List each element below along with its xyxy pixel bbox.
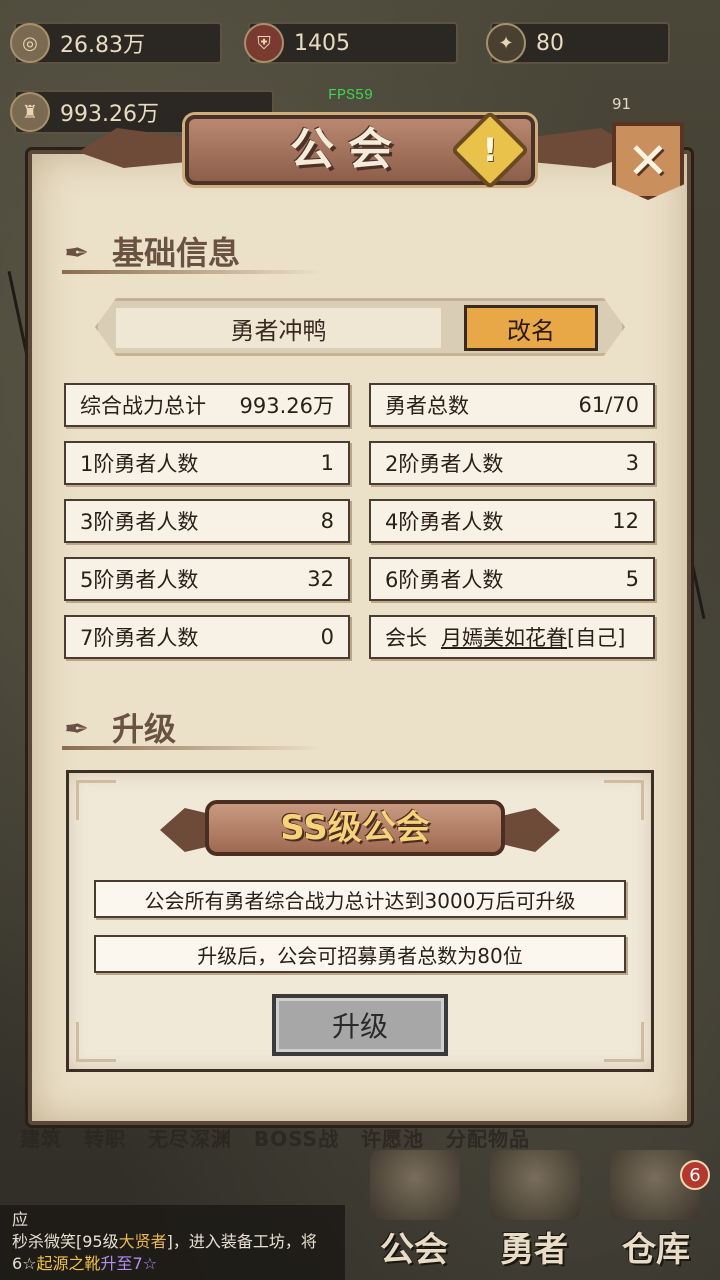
stat-label: 综合战力总计 — [80, 394, 206, 418]
corner-ornament — [604, 1022, 644, 1062]
stat-label: 5阶勇者人数 — [80, 568, 199, 592]
nav-warehouse-button[interactable]: 仓库 — [622, 1222, 690, 1271]
stat-label: 4阶勇者人数 — [385, 510, 504, 534]
background-tab-strip: 建筑 转职 无尽深渊 BOSS战 许愿池 分配物品 — [20, 1123, 544, 1152]
upgrade-condition: 公会所有勇者综合战力总计达到3000万后可升级 — [94, 880, 626, 918]
guild-nav-icon — [370, 1150, 460, 1220]
energy-value: 80 — [536, 30, 564, 56]
ticker-line-1: 秒杀微笑[95级大贤者]，进入装备工坊，将6☆起源之靴升至7☆ — [12, 1231, 333, 1275]
stat-value: 61/70 — [578, 393, 639, 417]
ticker-prefix: 秒杀微笑[95级 — [12, 1232, 119, 1251]
guild-name-field: 勇者冲鸭 — [116, 308, 441, 348]
quill-icon: ✒ — [64, 236, 90, 271]
news-ticker: 应 秒杀微笑[95级大贤者]，进入装备工坊，将6☆起源之靴升至7☆ — [0, 1205, 345, 1280]
stat-tier-1: 1阶勇者人数 1 — [64, 441, 350, 485]
corner-ornament — [76, 780, 116, 820]
stat-value: 993.26万 — [239, 394, 334, 418]
ticker-upgrade: 升至7☆ — [100, 1254, 158, 1273]
ticker-class: 大贤者 — [118, 1232, 167, 1251]
hero-nav-icon — [490, 1150, 580, 1220]
bg-tab-abyss: 无尽深渊 — [147, 1127, 232, 1151]
stat-tier-7: 7阶勇者人数 0 — [64, 615, 350, 659]
stat-label: 1阶勇者人数 — [80, 452, 199, 476]
side-counter: 91 — [612, 95, 632, 113]
corner-ornament — [76, 1022, 116, 1062]
bg-tab-job-change: 转职 — [83, 1127, 126, 1151]
stat-label: 2阶勇者人数 — [385, 452, 504, 476]
leader-label: 会长 — [385, 626, 427, 650]
exclamation-icon: ! — [482, 131, 498, 169]
stat-label: 勇者总数 — [385, 394, 469, 418]
quill-icon: ✒ — [64, 712, 90, 747]
guild-rank-title: SS级公会 — [280, 808, 430, 848]
stat-label: 7阶勇者人数 — [80, 626, 199, 650]
ticker-line-0: 应 — [12, 1210, 29, 1229]
section-title-upgrade: 升级 — [112, 710, 177, 748]
bg-tab-wish-pool: 许愿池 — [361, 1127, 425, 1151]
stat-tier-6: 6阶勇者人数 5 — [369, 557, 655, 601]
stat-tier-5: 5阶勇者人数 32 — [64, 557, 350, 601]
helmet-icon: ♜ — [10, 92, 50, 132]
corner-ornament — [604, 780, 644, 820]
shield-gem-icon: ⛨ — [244, 23, 284, 63]
gem-counter[interactable]: ⛨ 1405 — [244, 22, 458, 64]
gem-value: 1405 — [294, 30, 350, 56]
gold-value: 26.83万 — [60, 33, 145, 58]
stat-value: 3 — [625, 451, 639, 475]
gold-counter[interactable]: ◎ 26.83万 — [10, 22, 222, 64]
stat-total-power: 综合战力总计 993.26万 — [64, 383, 350, 427]
stat-tier-2: 2阶勇者人数 3 — [369, 441, 655, 485]
bg-tab-distribute: 分配物品 — [446, 1127, 530, 1151]
close-button[interactable]: ✕ — [612, 122, 684, 200]
stat-leader: 会长 月嫣美如花眷[自己] — [369, 615, 655, 659]
stat-label: 3阶勇者人数 — [80, 510, 199, 534]
nav-guild-button[interactable]: 公会 — [380, 1222, 448, 1271]
upgrade-button[interactable]: 升级 — [272, 994, 448, 1056]
stat-hero-total: 勇者总数 61/70 — [369, 383, 655, 427]
stat-value: 12 — [612, 509, 639, 533]
warehouse-badge: 6 — [680, 1160, 710, 1190]
section-title-basic-info: 基础信息 — [112, 234, 241, 272]
stat-value: 32 — [307, 567, 334, 591]
energy-counter[interactable]: ✦ 80 — [486, 22, 670, 64]
stat-value: 5 — [625, 567, 639, 591]
stat-tier-3: 3阶勇者人数 8 — [64, 499, 350, 543]
coin-icon: ◎ — [10, 23, 50, 63]
rename-button[interactable]: 改名 — [464, 305, 598, 351]
section-divider — [62, 746, 322, 750]
nav-hero-button[interactable]: 勇者 — [500, 1222, 568, 1271]
bg-tab-build: 建筑 — [20, 1127, 62, 1151]
fps-indicator: FPS59 — [328, 87, 374, 104]
ticker-item: 起源之靴 — [36, 1254, 101, 1273]
upgrade-benefit: 升级后，公会可招募勇者总数为80位 — [94, 935, 626, 973]
stat-value: 1 — [320, 451, 334, 475]
stat-tier-4: 4阶勇者人数 12 — [369, 499, 655, 543]
stat-value: 8 — [320, 509, 334, 533]
leader-self-tag: [自己] — [567, 626, 626, 650]
bg-tab-boss: BOSS战 — [253, 1127, 340, 1151]
stat-label: 6阶勇者人数 — [385, 568, 504, 592]
leader-name-link[interactable]: 月嫣美如花眷 — [441, 626, 567, 650]
section-divider — [62, 270, 322, 274]
energy-icon: ✦ — [486, 23, 526, 63]
stat-value: 0 — [320, 625, 334, 649]
power-value: 993.26万 — [60, 102, 159, 127]
dialog-title: 公会 — [290, 124, 406, 175]
